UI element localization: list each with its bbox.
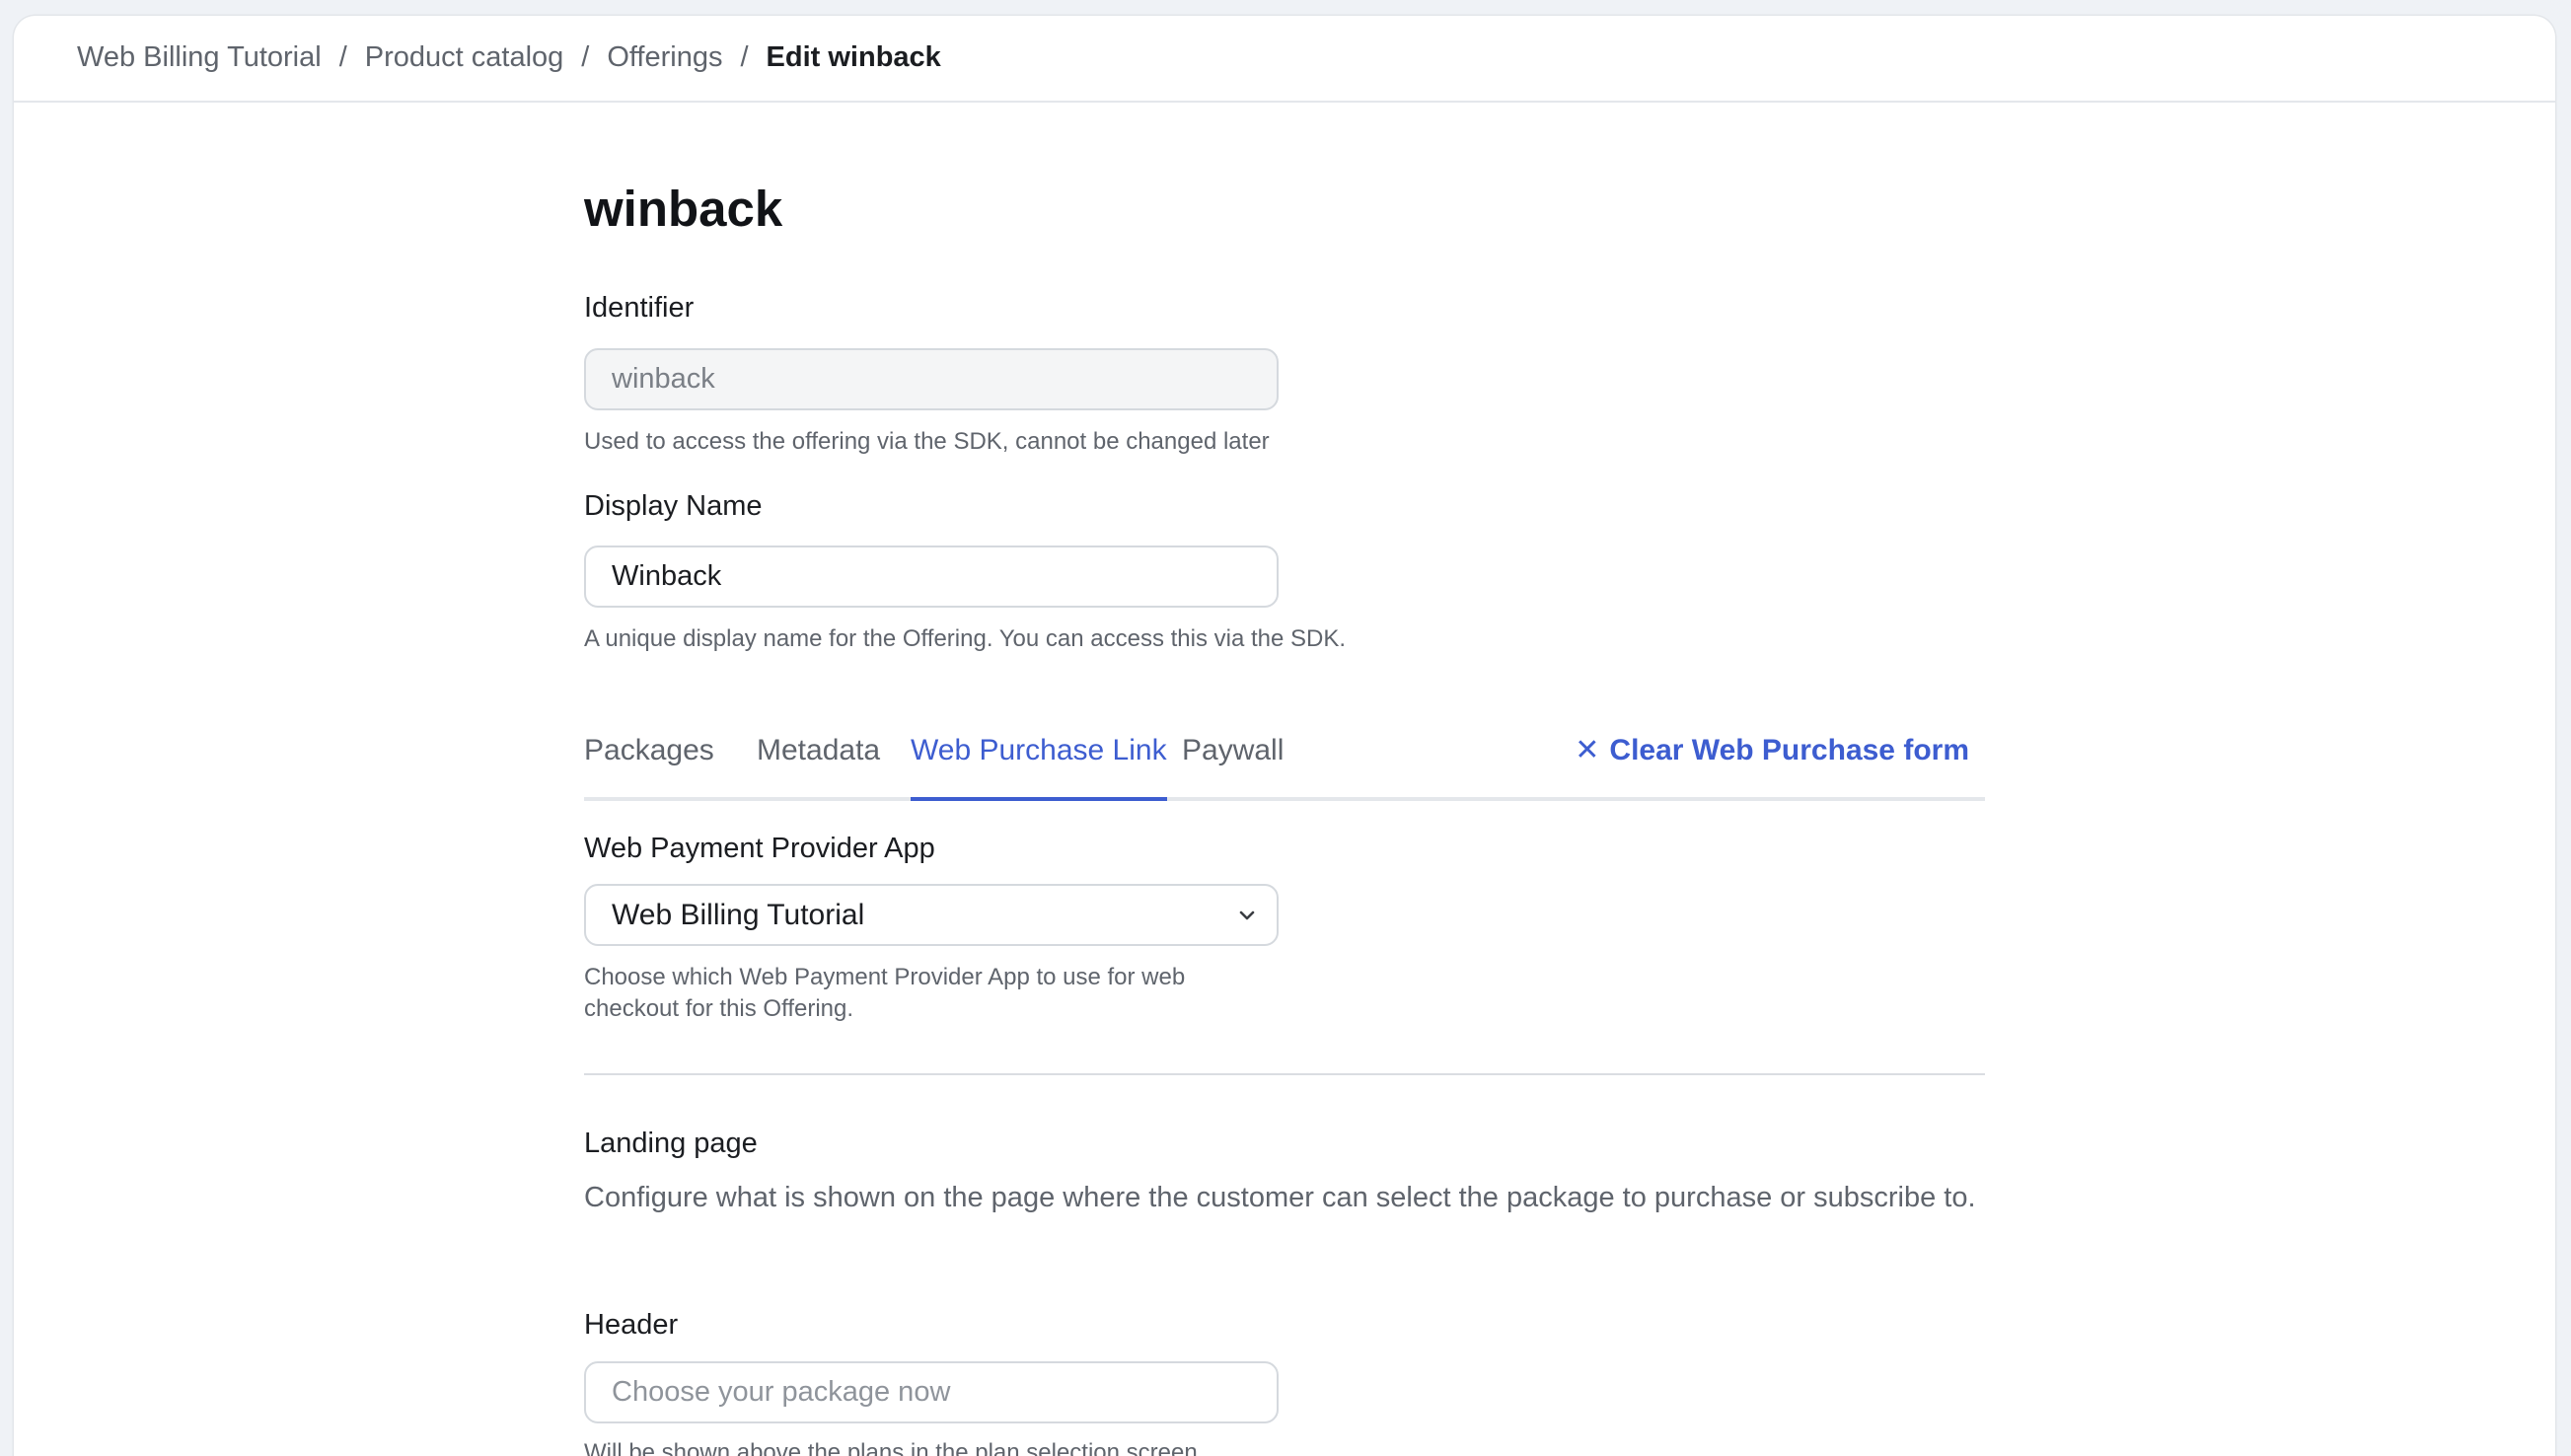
display-name-help: A unique display name for the Offering. … xyxy=(584,625,1347,652)
section-divider xyxy=(584,1073,1985,1075)
provider-help-line2: checkout for this Offering. xyxy=(584,995,854,1022)
breadcrumb-separator: / xyxy=(338,41,347,73)
identifier-help: Used to access the offering via the SDK,… xyxy=(584,428,1270,455)
breadcrumb-item-product-catalog[interactable]: Product catalog xyxy=(365,37,564,77)
tab-metadata[interactable]: Metadata xyxy=(757,728,880,797)
provider-selected-value: Web Billing Tutorial xyxy=(612,899,865,931)
header-help: Will be shown above the plans in the pla… xyxy=(584,1439,1198,1456)
breadcrumb-current: Edit winback xyxy=(766,41,941,73)
x-icon: ✕ xyxy=(1575,734,1600,766)
top-bar: Web Billing Tutorial / Product catalog /… xyxy=(14,16,2555,103)
offering-tabs: Packages Metadata Web Purchase Link Payw… xyxy=(584,728,1985,801)
identifier-label: Identifier xyxy=(584,292,695,324)
tab-packages[interactable]: Packages xyxy=(584,728,714,797)
chevron-down-icon xyxy=(1239,910,1255,920)
breadcrumb-item-web-billing-tutorial[interactable]: Web Billing Tutorial xyxy=(77,37,322,77)
landing-page-description: Configure what is shown on the page wher… xyxy=(584,1182,1976,1213)
clear-web-purchase-form-label: Clear Web Purchase form xyxy=(1609,734,1969,766)
provider-help-line1: Choose which Web Payment Provider App to… xyxy=(584,964,1186,990)
display-name-label: Display Name xyxy=(584,490,763,522)
provider-select[interactable]: Web Billing Tutorial xyxy=(584,884,1279,946)
provider-label: Web Payment Provider App xyxy=(584,833,935,864)
identifier-input[interactable] xyxy=(584,348,1279,410)
breadcrumb-separator: / xyxy=(740,41,749,73)
page-title: winback xyxy=(584,181,783,237)
tab-paywall[interactable]: Paywall xyxy=(1182,728,1284,797)
header-input[interactable] xyxy=(584,1361,1279,1423)
breadcrumb-separator: / xyxy=(581,41,590,73)
landing-page-title: Landing page xyxy=(584,1128,758,1159)
clear-web-purchase-form-button[interactable]: ✕ Clear Web Purchase form xyxy=(1575,728,1969,773)
display-name-input[interactable] xyxy=(584,546,1279,608)
main-card: Web Billing Tutorial / Product catalog /… xyxy=(14,16,2555,1456)
tab-web-purchase-link[interactable]: Web Purchase Link xyxy=(911,728,1167,801)
header-label: Header xyxy=(584,1309,679,1341)
breadcrumb: Web Billing Tutorial / Product catalog /… xyxy=(77,37,941,77)
breadcrumb-item-offerings[interactable]: Offerings xyxy=(607,37,722,77)
